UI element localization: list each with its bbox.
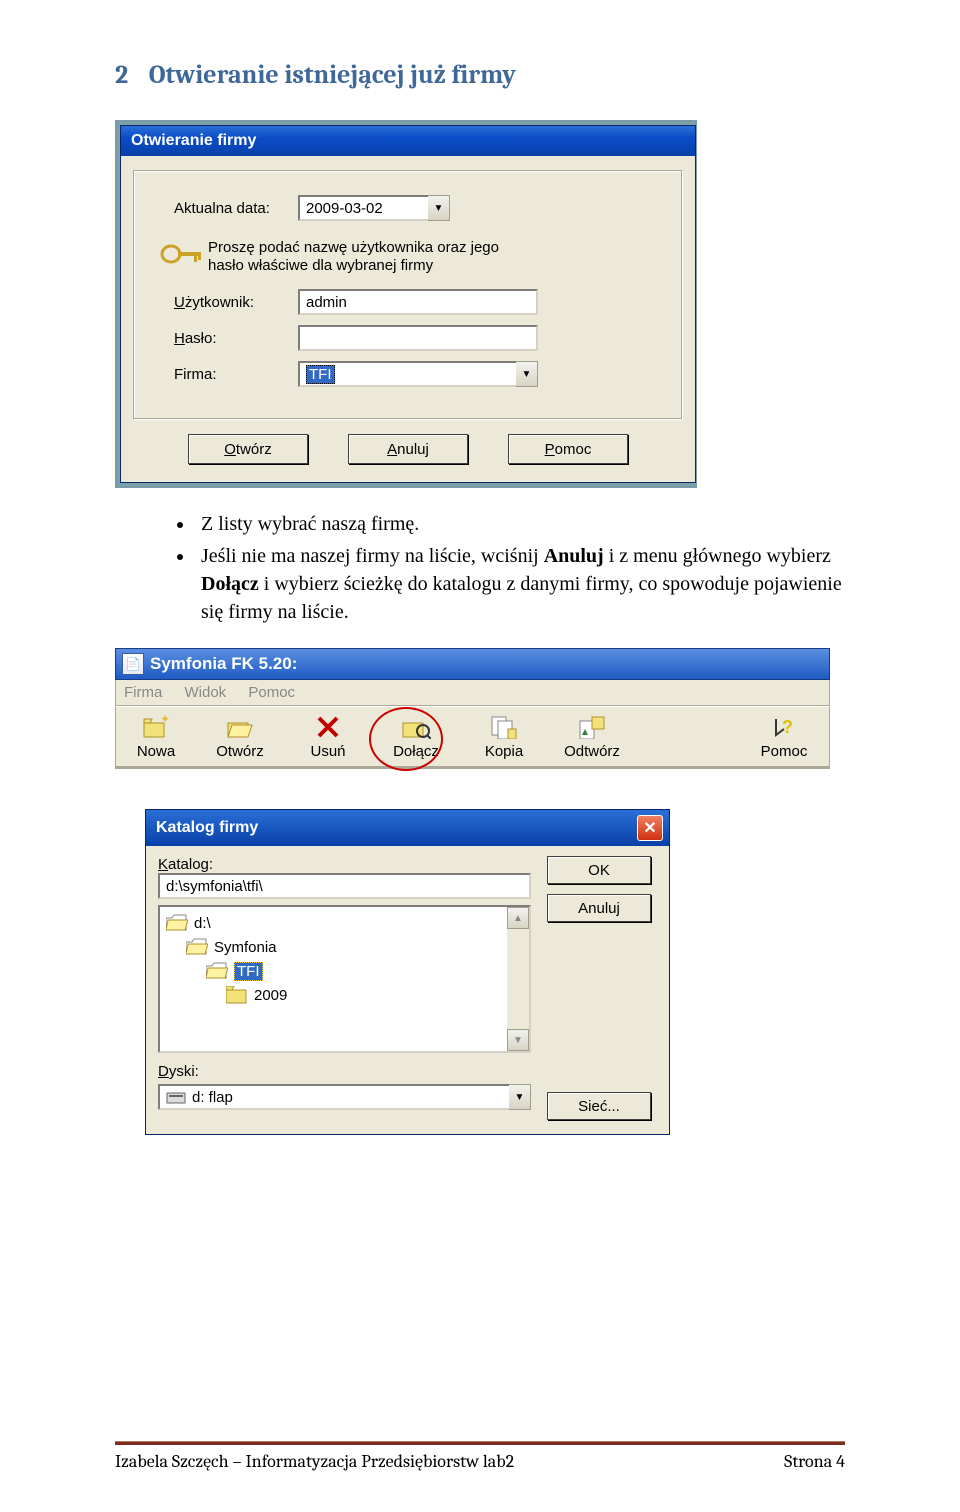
tree-item-2009[interactable]: 2009 <box>160 983 529 1007</box>
network-button[interactable]: Sieć... <box>547 1092 651 1120</box>
symfonia-menu: Firma Widok Pomoc <box>115 680 830 706</box>
footer-right: Strona 4 <box>784 1451 845 1472</box>
tb-odtworz[interactable]: Odtwórz <box>548 707 636 766</box>
close-icon[interactable]: ✕ <box>637 815 663 841</box>
key-icon <box>160 239 204 269</box>
symfonia-titlebar: 📄 Symfonia FK 5.20: <box>115 648 830 680</box>
cancel-button[interactable]: Anuluj <box>348 434 468 464</box>
svg-text:✦: ✦ <box>160 715 170 726</box>
catalog-label: Katalog: <box>158 856 213 873</box>
delete-icon <box>284 713 372 741</box>
password-label: Hasło: <box>148 330 298 347</box>
dialog-title: Otwieranie firmy <box>131 132 256 150</box>
tb-usun[interactable]: Usuń <box>284 707 372 766</box>
ok-button[interactable]: OK <box>547 856 651 884</box>
attach-folder-icon <box>372 713 460 741</box>
instruction-bullets: Z listy wybrać naszą firmę. Jeśli nie ma… <box>155 510 845 626</box>
tb-kopia[interactable]: Kopia <box>460 707 548 766</box>
user-label: Użytkownik: <box>148 294 298 311</box>
tb-pomoc[interactable]: ?Pomoc <box>739 707 829 766</box>
open-button[interactable]: Otwórz <box>188 434 308 464</box>
tree-scrollbar[interactable]: ▲ ▼ <box>507 907 529 1051</box>
date-label: Aktualna data: <box>148 200 298 217</box>
section-number: 2 <box>115 60 143 90</box>
open-folder-icon <box>196 713 284 741</box>
symfonia-window: 📄 Symfonia FK 5.20: Firma Widok Pomoc ✦N… <box>115 648 830 769</box>
drive-icon <box>166 1089 186 1105</box>
folder-icon <box>226 986 248 1004</box>
tb-otworz[interactable]: Otwórz <box>196 707 284 766</box>
folder-open-icon <box>186 938 208 956</box>
tree-item-drive[interactable]: d:\ <box>160 911 529 935</box>
open-company-dialog-wrap: Otwieranie firmy Aktualna data: ▼ Proszę… <box>115 120 697 488</box>
password-row: Hasło: <box>148 325 668 351</box>
company-row: Firma: TFI ▼ <box>148 361 668 387</box>
date-row: Aktualna data: ▼ <box>148 195 668 221</box>
page-footer: Izabela Szczęch – Informatyzacja Przedsi… <box>115 1441 845 1472</box>
tb-nowa[interactable]: ✦Nowa <box>116 707 196 766</box>
bullet-2: Jeśli nie ma naszej firmy na liście, wci… <box>195 542 845 626</box>
menu-pomoc[interactable]: Pomoc <box>248 684 295 701</box>
app-icon: 📄 <box>122 653 144 675</box>
dialog-body: Aktualna data: ▼ Proszę podać nazwę użyt… <box>133 170 683 420</box>
svg-text:?: ? <box>782 717 793 737</box>
copy-icon <box>460 713 548 741</box>
catalog-cancel-button[interactable]: Anuluj <box>547 894 651 922</box>
tree-item-symfonia[interactable]: Symfonia <box>160 935 529 959</box>
company-label: Firma: <box>148 366 298 383</box>
date-dropdown-button[interactable]: ▼ <box>428 195 450 221</box>
dialog-button-row: Otwórz Anuluj Pomoc <box>121 434 695 464</box>
scroll-up-button[interactable]: ▲ <box>507 907 529 929</box>
menu-widok[interactable]: Widok <box>185 684 227 701</box>
company-dropdown-button[interactable]: ▼ <box>516 361 538 387</box>
help-icon: ? <box>739 713 829 741</box>
footer-rule <box>115 1441 845 1445</box>
open-company-dialog: Otwieranie firmy Aktualna data: ▼ Proszę… <box>120 125 696 483</box>
tree-item-tfi[interactable]: TFI <box>160 959 529 983</box>
bullet-1: Z listy wybrać naszą firmę. <box>195 510 845 538</box>
drives-label: Dyski: <box>158 1063 531 1080</box>
catalog-title: Katalog firmy <box>156 819 258 837</box>
catalog-titlebar: Katalog firmy ✕ <box>146 810 669 846</box>
menu-firma[interactable]: Firma <box>124 684 162 701</box>
section-heading: 2 Otwieranie istniejącej już firmy <box>115 60 845 90</box>
hint-text: Proszę podać nazwę użytkownika oraz jego… <box>208 239 499 275</box>
new-folder-icon: ✦ <box>116 713 196 741</box>
date-input[interactable] <box>298 195 428 221</box>
scroll-down-button[interactable]: ▼ <box>507 1029 529 1051</box>
tb-dolacz[interactable]: Dołącz <box>372 707 460 766</box>
user-row: Użytkownik: <box>148 289 668 315</box>
restore-icon <box>548 713 636 741</box>
dialog-titlebar: Otwieranie firmy <box>121 126 695 156</box>
symfonia-toolbar: ✦Nowa Otwórz Usuń Dołącz Kopia Odtwórz ?… <box>115 706 830 769</box>
help-button[interactable]: Pomoc <box>508 434 628 464</box>
hint-row: Proszę podać nazwę użytkownika oraz jego… <box>160 239 668 275</box>
folder-open-icon <box>206 962 228 980</box>
symfonia-title: Symfonia FK 5.20: <box>150 654 297 674</box>
folder-open-icon <box>166 914 188 932</box>
user-input[interactable] <box>298 289 538 315</box>
drive-select[interactable]: d: flap ▼ <box>158 1084 531 1110</box>
company-selected-value: TFI <box>306 365 335 384</box>
catalog-dialog: Katalog firmy ✕ Katalog: d:\ Symfonia TF… <box>145 809 670 1135</box>
catalog-path-input[interactable] <box>158 873 531 899</box>
password-input[interactable] <box>298 325 538 351</box>
footer-left: Izabela Szczęch – Informatyzacja Przedsi… <box>115 1451 514 1472</box>
drive-dropdown-button[interactable]: ▼ <box>509 1084 531 1110</box>
folder-tree[interactable]: d:\ Symfonia TFI 2009 ▲ ▼ <box>158 905 531 1053</box>
section-title: Otwieranie istniejącej już firmy <box>149 60 516 90</box>
